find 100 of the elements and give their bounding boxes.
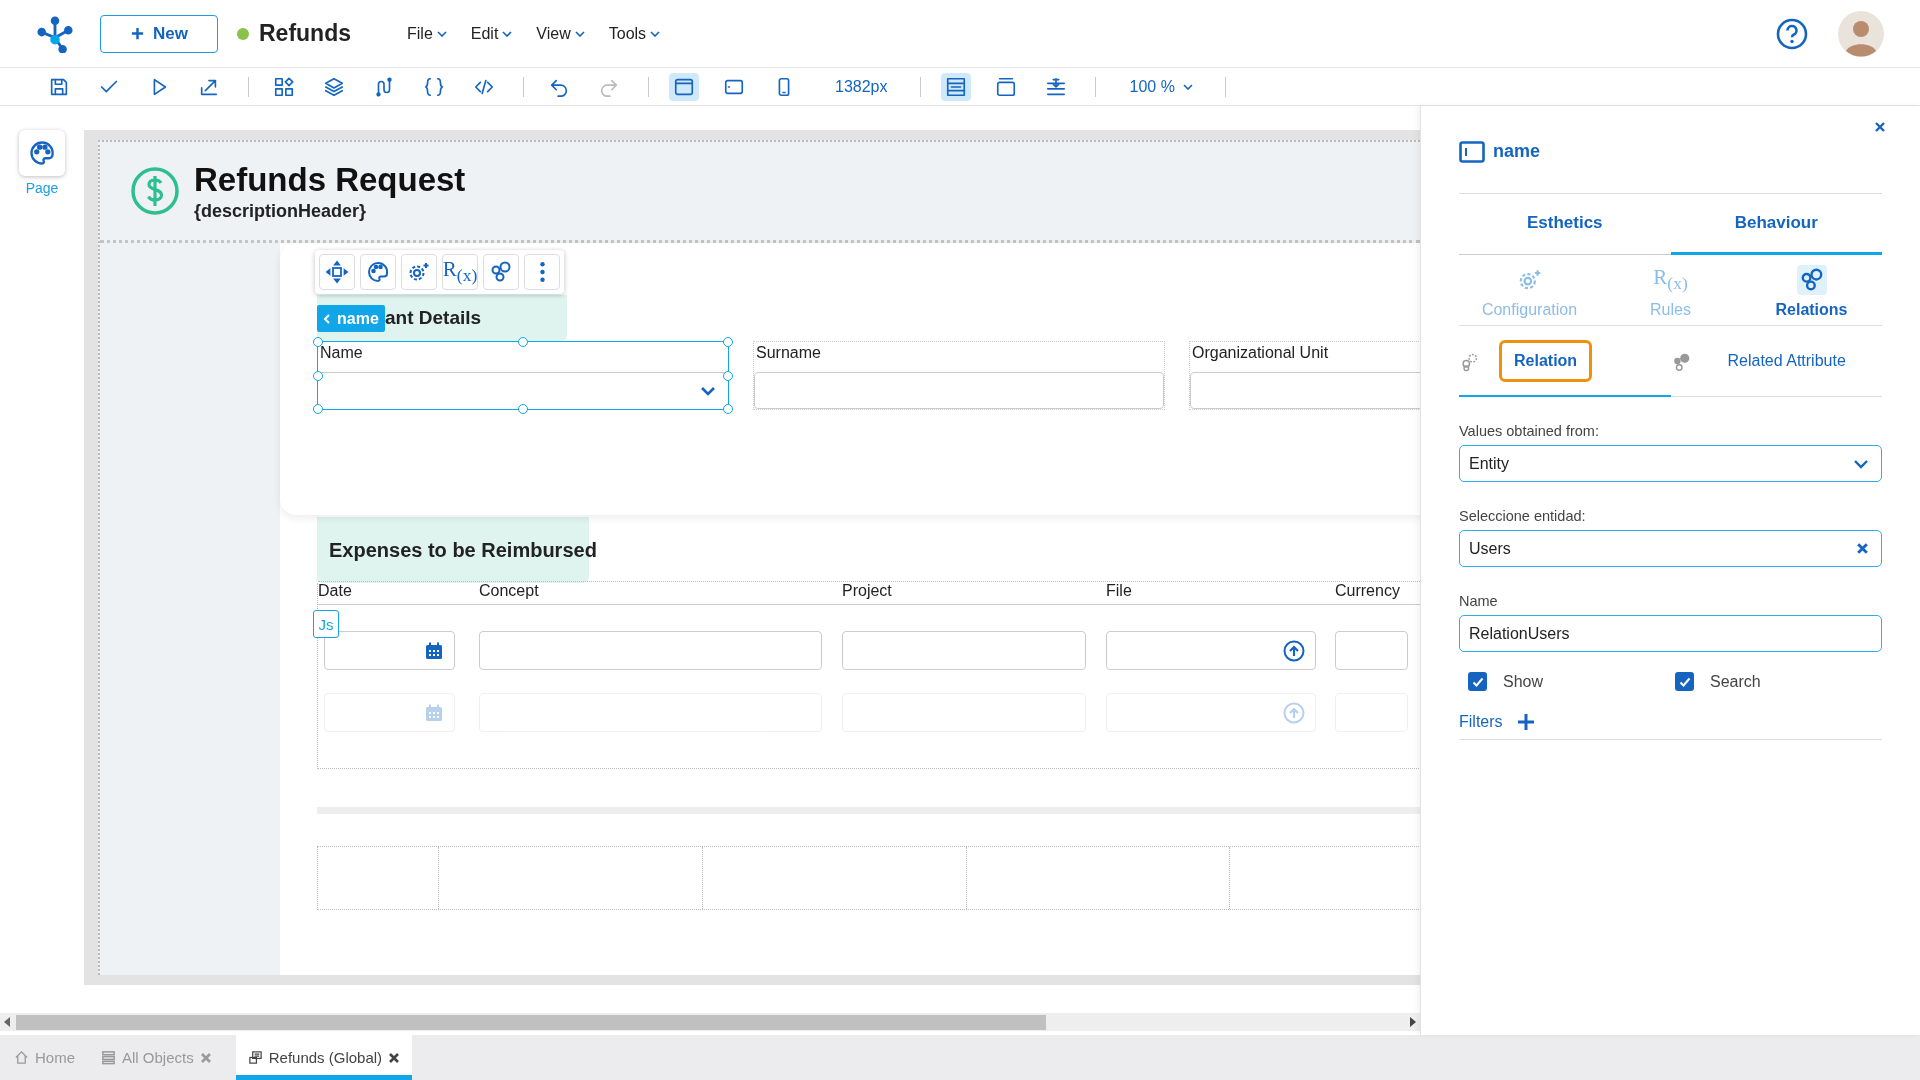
- caret-icon: [1182, 83, 1193, 90]
- resize-handle[interactable]: [723, 404, 733, 414]
- checkbox-label: Search: [1710, 672, 1761, 691]
- field-label: Values obtained from:: [1459, 423, 1600, 439]
- file-field[interactable]: [1106, 631, 1316, 670]
- caret-icon: [650, 30, 661, 37]
- palette-tool-button[interactable]: [360, 254, 396, 290]
- list-icon: [101, 1050, 116, 1065]
- palette-icon: [366, 260, 390, 284]
- chevron-down-icon: [1853, 458, 1869, 469]
- entity-select[interactable]: Entity: [1459, 445, 1882, 482]
- menu-item[interactable]: Tools: [608, 24, 661, 43]
- move-icon: [325, 260, 349, 284]
- checkbox[interactable]: [1675, 672, 1694, 691]
- plus-icon: [130, 26, 145, 41]
- relations-tool-button[interactable]: [483, 254, 519, 290]
- layout-button[interactable]: [940, 72, 971, 101]
- menu-item[interactable]: Edit: [470, 24, 513, 43]
- layers-icon: [323, 75, 345, 98]
- text-field-icon: [1459, 140, 1485, 163]
- input-field[interactable]: [1335, 631, 1408, 670]
- field-label: Organizational Unit: [1191, 343, 1330, 363]
- status-dot-icon: [237, 27, 249, 40]
- page-style-button[interactable]: [19, 130, 65, 176]
- caret-icon: [574, 30, 585, 37]
- panel-tab[interactable]: Esthetics: [1459, 194, 1671, 255]
- close-icon[interactable]: [388, 1051, 401, 1064]
- resize-handle[interactable]: [723, 337, 733, 347]
- field-label: Surname: [755, 343, 822, 363]
- field-label: Name: [1459, 593, 1499, 609]
- more-tool-button[interactable]: [524, 254, 560, 290]
- move-tool-button[interactable]: [319, 254, 355, 290]
- panel-subtab[interactable]: Relations: [1741, 265, 1882, 319]
- gear-tool-button[interactable]: [401, 254, 437, 290]
- form-subtitle: {descriptionHeader}: [194, 200, 368, 222]
- frame-icon: [994, 75, 1017, 98]
- panel-tab[interactable]: Behaviour: [1670, 194, 1882, 255]
- entity-field[interactable]: Users: [1459, 530, 1882, 567]
- scroll-left-icon[interactable]: [4, 1017, 12, 1027]
- close-icon[interactable]: [1874, 121, 1886, 133]
- column-header: Concept: [479, 582, 540, 601]
- input-field[interactable]: [754, 372, 1164, 409]
- help-icon[interactable]: [1776, 17, 1808, 50]
- more-icon: [539, 262, 545, 282]
- home-icon: [14, 1050, 29, 1065]
- menu-item[interactable]: File: [407, 24, 447, 43]
- desktop-view-button[interactable]: [669, 72, 699, 101]
- section-tab[interactable]: Relation: [1499, 339, 1593, 382]
- align-icon: [1044, 75, 1067, 98]
- calendar-icon: [424, 640, 444, 661]
- rules-tool-button[interactable]: R$_{(x)}$: [442, 254, 478, 290]
- upload-icon: [1283, 701, 1305, 724]
- panel-title: name: [1493, 141, 1541, 162]
- page-label: Page: [25, 180, 59, 196]
- zoom-dropdown[interactable]: 100 %: [1129, 77, 1193, 96]
- resize-handle[interactable]: [313, 370, 323, 381]
- column-header: Project: [842, 582, 893, 601]
- resize-handle[interactable]: [313, 337, 323, 347]
- resize-handle[interactable]: [723, 370, 733, 381]
- add-icon[interactable]: [1516, 713, 1535, 731]
- scroll-right-icon[interactable]: [1408, 1017, 1416, 1027]
- chevron-down-icon: [700, 386, 716, 396]
- upload-icon: [1283, 639, 1305, 662]
- input-field[interactable]: [842, 631, 1086, 670]
- document-tab[interactable]: Refunds (Global): [235, 1035, 413, 1080]
- input-field[interactable]: [479, 631, 822, 670]
- braces-icon: [423, 75, 445, 98]
- layout-icon: [944, 75, 967, 98]
- resize-handle[interactable]: [518, 404, 528, 414]
- avatar-icon[interactable]: [1838, 10, 1884, 57]
- components-icon: [273, 75, 295, 98]
- calendar-icon: [424, 702, 444, 723]
- field-label: Seleccione entidad:: [1459, 508, 1587, 524]
- checkbox-label: Show: [1503, 672, 1544, 691]
- pages-icon: [247, 1050, 263, 1065]
- section-tab[interactable]: Related Attribute: [1712, 339, 1861, 382]
- filters-label: Filters: [1459, 713, 1503, 731]
- column-header: File: [1106, 582, 1133, 601]
- document-title: Refunds: [259, 20, 351, 47]
- section-title: Expenses to be Reimbursed: [329, 538, 597, 562]
- horizontal-scrollbar[interactable]: [0, 1013, 1420, 1031]
- new-button[interactable]: New: [100, 14, 218, 53]
- palette-icon: [28, 139, 56, 167]
- resize-handle[interactable]: [313, 404, 323, 414]
- dollar-icon: [130, 166, 180, 216]
- caret-icon: [436, 30, 447, 37]
- resize-handle[interactable]: [518, 337, 528, 347]
- field-label: Name: [319, 343, 364, 363]
- checkbox[interactable]: [1468, 672, 1487, 691]
- logo-icon: [36, 14, 74, 53]
- section-title: ant Details: [385, 307, 482, 329]
- column-header: Date: [318, 582, 353, 601]
- input-field[interactable]: RelationUsers: [1459, 615, 1882, 652]
- form-title: Refunds Request: [194, 160, 466, 199]
- date-field[interactable]: [324, 631, 455, 670]
- menu-item[interactable]: View: [536, 24, 585, 43]
- flow-icon: [373, 75, 395, 98]
- clear-icon[interactable]: [1856, 542, 1869, 555]
- chevron-left-icon: [323, 312, 331, 325]
- column-header: Currency: [1335, 582, 1401, 601]
